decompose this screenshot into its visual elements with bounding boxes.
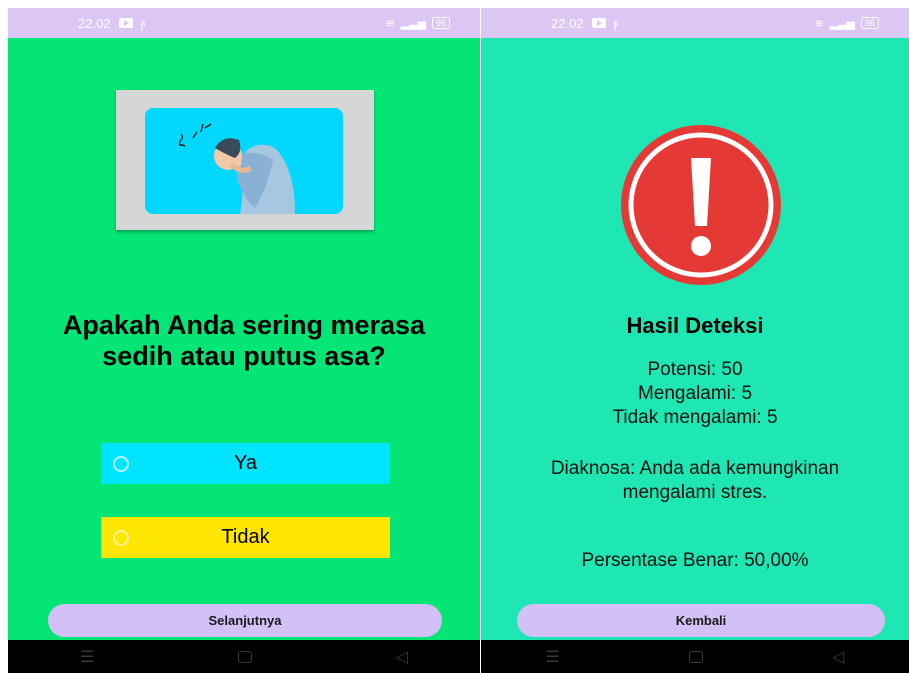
radio-ya[interactable] [113, 455, 129, 472]
youtube-icon [591, 18, 606, 28]
battery-icon: 96 [431, 17, 450, 29]
result-screen: 22.02 ϝ ≋ ▂▃▅ 96 Hasil Deteksi Potensi: … [481, 0, 909, 673]
battery-icon: 96 [860, 17, 879, 29]
status-time: 22.02 [551, 15, 584, 31]
question-text: Apakah Anda sering merasa sedih atau put… [62, 310, 426, 371]
status-bar: 22.02 ϝ ≋ ▂▃▅ 96 [481, 8, 909, 38]
sad-person-illustration [145, 108, 343, 214]
tidak-mengalami-text: Tidak mengalami: 5 [612, 407, 778, 428]
signal-icon: ▂▃▅ [829, 17, 855, 30]
status-bar: 22.02 ϝ ≋ ▂▃▅ 96 [8, 8, 480, 38]
back-button[interactable]: Kembali [517, 604, 885, 637]
mengalami-text: Mengalami: 5 [637, 383, 753, 404]
result-content: Hasil Deteksi Potensi: 50 Mengalami: 5 T… [481, 38, 909, 640]
alert-icon [621, 125, 781, 285]
youtube-icon [118, 18, 133, 28]
question-image [116, 90, 374, 230]
question-content: Apakah Anda sering merasa sedih atau put… [8, 38, 480, 640]
option-ya-label: Ya [234, 452, 257, 474]
menu-icon[interactable]: ☰ [546, 647, 560, 667]
nav-bar: ☰ ◁ [481, 640, 909, 673]
option-tidak-label: Tidak [221, 526, 270, 548]
potensi-text: Potensi: 50 [647, 359, 743, 380]
radio-tidak[interactable] [113, 529, 129, 546]
percentage-text: Persentase Benar: 50,00% [581, 550, 809, 571]
back-icon[interactable]: ◁ [832, 647, 844, 667]
status-time: 22.02 [78, 15, 111, 31]
nav-bar: ☰ ◁ [8, 640, 480, 673]
option-ya[interactable]: Ya [101, 443, 390, 484]
back-icon[interactable]: ◁ [396, 647, 408, 667]
next-button[interactable]: Selanjutnya [48, 604, 442, 637]
wifi-icon: ≋ [385, 17, 395, 30]
home-icon[interactable] [689, 650, 703, 663]
wifi-icon: ≋ [814, 17, 824, 30]
flash-icon: ϝ [140, 15, 146, 31]
flash-icon: ϝ [613, 15, 619, 31]
home-icon[interactable] [238, 650, 253, 663]
menu-icon[interactable]: ☰ [80, 647, 94, 667]
question-screen: 22.02 ϝ ≋ ▂▃▅ 96 Apakah Anda sering mera… [8, 0, 480, 673]
signal-icon: ▂▃▅ [400, 17, 426, 30]
result-title: Hasil Deteksi [626, 313, 764, 338]
option-tidak[interactable]: Tidak [101, 517, 390, 558]
diagnosis-text: Diaknosa: Anda ada kemungkinan mengalami… [550, 458, 840, 503]
